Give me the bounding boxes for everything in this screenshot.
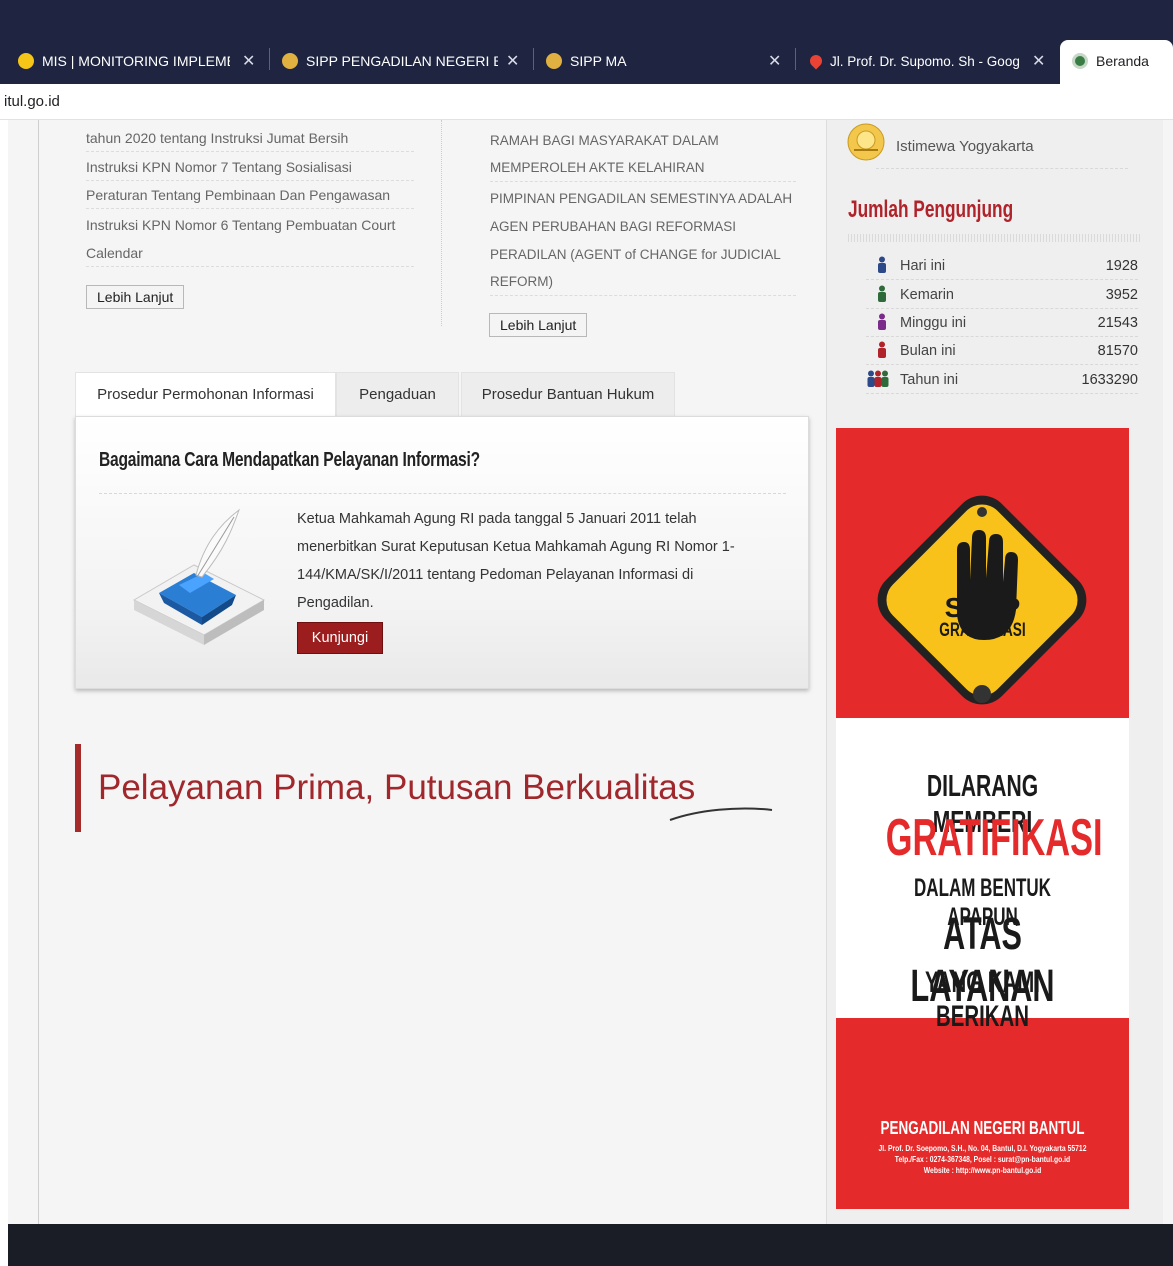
banner-website: Website : http://www.pn-bantul.go.id: [923, 1166, 1042, 1175]
divider: [99, 493, 786, 494]
group-icon: [867, 370, 889, 387]
person-icon: [878, 256, 886, 273]
banner-line: YANG KAMI BERIKAN: [925, 966, 1040, 1033]
person-icon: [878, 313, 886, 330]
panel-body: Ketua Mahkamah Agung RI pada tanggal 5 J…: [297, 511, 735, 611]
divider: [848, 234, 1140, 242]
person-icon: [878, 341, 886, 358]
visitor-row: Minggu ini 21543: [866, 309, 1138, 337]
visitor-count: 81570: [1097, 343, 1138, 359]
banner-org: PENGADILAN NEGERI BANTUL: [880, 1118, 1085, 1138]
banner-contact: Telp./Fax : 0274-367348, Posel : surat@p…: [894, 1155, 1071, 1164]
visitors-title: Jumlah Pengunjung: [848, 196, 1014, 223]
more-button[interactable]: Lebih Lanjut: [489, 313, 588, 337]
court-emblem-icon: [546, 53, 562, 69]
partner-name[interactable]: Istimewa Yogyakarta: [896, 138, 1034, 155]
tab-prosedur-permohonan-informasi[interactable]: Prosedur Permohonan Informasi: [75, 372, 336, 416]
visitor-label: Minggu ini: [900, 315, 967, 331]
visitor-count: 21543: [1097, 315, 1138, 331]
banner-line: GRATIFIKASI: [885, 809, 1103, 867]
list-item[interactable]: MEMPEROLEH AKTE KELAHIRAN: [490, 154, 796, 182]
more-button[interactable]: Lebih Lanjut: [86, 285, 185, 309]
tab-separator: [533, 48, 534, 70]
divider: [876, 168, 1128, 169]
list-item[interactable]: Peraturan Tentang Pembinaan Dan Pengawas…: [86, 181, 414, 209]
court-emblem-icon: [282, 53, 298, 69]
visitor-row: Hari ini 1928: [866, 252, 1138, 280]
person-icon: [878, 285, 886, 302]
page-footer: [8, 1224, 1173, 1266]
panel-title: Bagaimana Cara Mendapatkan Pelayanan Inf…: [99, 449, 480, 471]
visitor-row: Kemarin 3952: [866, 281, 1138, 309]
slogan-accent-bar: [75, 744, 81, 832]
visitor-row: Tahun ini 1633290: [866, 366, 1138, 394]
list-item[interactable]: Instruksi KPN Nomor 7 Tentang Sosialisas…: [86, 153, 414, 181]
partner-logo-icon[interactable]: [846, 122, 886, 162]
column-separator: [441, 120, 442, 326]
visitor-label: Tahun ini: [900, 372, 959, 388]
tab-title: MIS | MONITORING IMPLEMEN: [42, 53, 230, 69]
tab-title: SIPP MA: [570, 53, 627, 69]
visitor-count: 1928: [1105, 258, 1138, 274]
browser-tab-active-content[interactable]: Beranda: [1072, 44, 1149, 78]
close-icon[interactable]: ✕: [1032, 51, 1045, 71]
banner-address: Jl. Prof. Dr. Soepomo, S.H., No. 04, Ban…: [878, 1144, 1087, 1153]
tab-separator: [269, 48, 270, 70]
page-border-line: [38, 120, 39, 1224]
tab-pengaduan[interactable]: Pengaduan: [336, 372, 459, 416]
close-icon[interactable]: ✕: [768, 51, 781, 71]
address-bar[interactable]: itul.go.id: [0, 84, 1173, 120]
list-item[interactable]: PIMPINAN PENGADILAN SEMESTINYA ADALAH: [490, 185, 796, 213]
visitor-count: 3952: [1105, 287, 1138, 303]
visitor-count: 1633290: [1081, 372, 1138, 388]
visitor-label: Kemarin: [900, 287, 954, 303]
list-item[interactable]: tahun 2020 tentang Instruksi Jumat Bersi…: [86, 124, 414, 152]
visitor-row: Bulan ini 81570: [866, 337, 1138, 365]
browser-tab[interactable]: SIPP PENGADILAN NEGERI BAN ✕: [282, 44, 519, 78]
list-item[interactable]: Calendar: [86, 239, 414, 267]
close-icon[interactable]: ✕: [242, 51, 255, 71]
map-pin-icon: [807, 52, 825, 70]
tab-title: Beranda: [1096, 53, 1149, 69]
browser-tab[interactable]: Jl. Prof. Dr. Supomo. Sh - Goog ✕: [807, 44, 1045, 78]
browser-tab[interactable]: SIPP MA ✕: [546, 44, 781, 78]
tab-title: Jl. Prof. Dr. Supomo. Sh - Goog: [830, 53, 1020, 69]
list-item[interactable]: Instruksi KPN Nomor 6 Tentang Pembuatan …: [86, 211, 414, 239]
court-emblem-icon: [1072, 53, 1088, 69]
banner-gratifikasi-small: GRATIFIKASI: [939, 620, 1026, 641]
url-text[interactable]: itul.go.id: [4, 93, 60, 110]
browser-tab[interactable]: MIS | MONITORING IMPLEMEN ✕: [18, 44, 255, 78]
list-item[interactable]: REFORM): [490, 268, 796, 296]
inkwell-quill-icon: [132, 508, 266, 645]
tab-prosedur-bantuan-hukum[interactable]: Prosedur Bantuan Hukum: [461, 372, 675, 416]
visitor-label: Bulan ini: [900, 343, 956, 359]
visit-button[interactable]: Kunjungi: [297, 622, 383, 654]
web-page: tahun 2020 tentang Instruksi Jumat Bersi…: [8, 120, 1173, 1224]
list-item[interactable]: PERADILAN (AGENT of CHANGE for JUDICIAL: [490, 241, 796, 269]
visitor-label: Hari ini: [900, 258, 946, 274]
list-item[interactable]: RAMAH BAGI MASYARAKAT DALAM: [490, 127, 796, 155]
stop-gratifikasi-banner[interactable]: STOP GRATIFIKASI DILARANG MEMBERI GRATIF…: [836, 428, 1129, 1209]
close-icon[interactable]: ✕: [506, 51, 519, 71]
slogan-text: Pelayanan Prima, Putusan Berkualitas: [98, 768, 696, 807]
tab-separator: [795, 48, 796, 70]
sun-icon: [18, 53, 34, 69]
info-panel: Bagaimana Cara Mendapatkan Pelayanan Inf…: [75, 416, 809, 689]
tab-title: SIPP PENGADILAN NEGERI BAN: [306, 53, 498, 69]
underline-swash: [669, 807, 773, 821]
list-item[interactable]: AGEN PERUBAHAN BAGI REFORMASI: [490, 213, 796, 241]
